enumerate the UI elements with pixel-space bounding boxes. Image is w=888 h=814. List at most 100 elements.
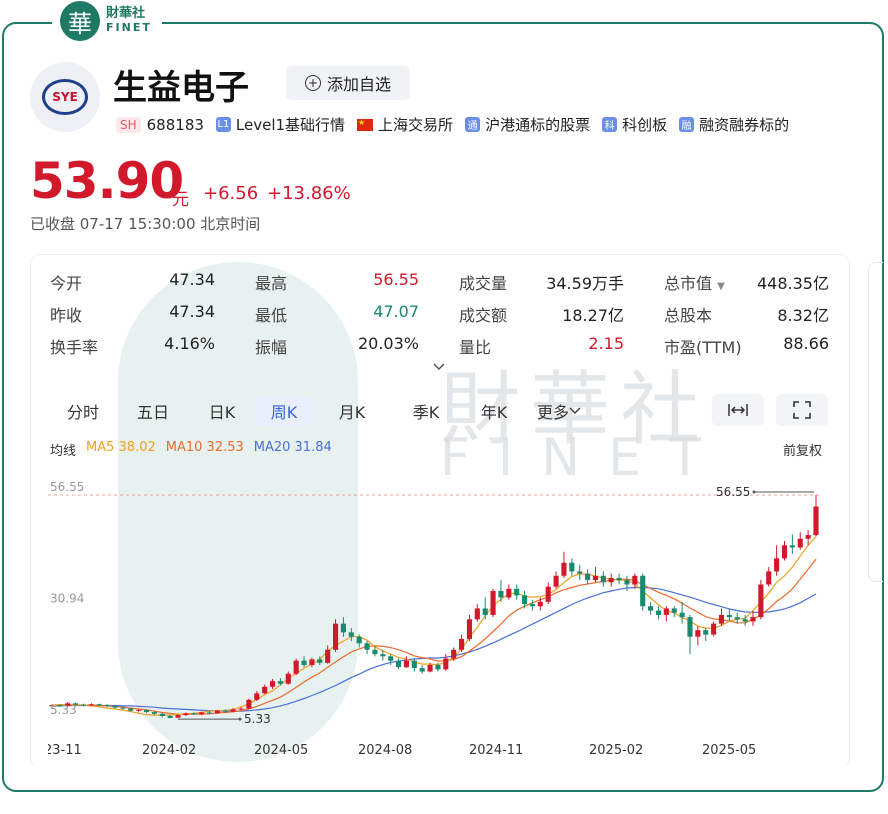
stat-open-value: 47.34 (169, 270, 215, 289)
candle-body (112, 705, 118, 708)
candle-body (372, 649, 378, 655)
candle-body (529, 604, 536, 607)
ma-legend: 均线 MA5 38.02 MA10 32.53 MA20 31.84 (50, 440, 332, 459)
market-status: 已收盘 07-17 15:30:00 北京时间 (30, 215, 261, 233)
candle-body (88, 704, 94, 706)
tag-shhk-connect[interactable]: 通 沪港通标的股票 (465, 114, 590, 135)
candle-body (561, 562, 567, 576)
candle-body (466, 619, 473, 639)
x-tick-label: 2025-02 (589, 743, 643, 758)
stock-code: 688183 (146, 115, 204, 134)
candle-body (687, 617, 693, 637)
fit-width-button[interactable] (712, 394, 764, 426)
candle-body (805, 535, 811, 539)
candle-body (553, 575, 559, 587)
price-change-pct: +13.86% (267, 183, 351, 204)
tab-daily-k[interactable]: 日K (188, 396, 256, 426)
ma-label[interactable]: 均线 (50, 440, 76, 459)
adjust-mode[interactable]: 前复权 (783, 440, 822, 459)
kline-chart[interactable]: 56.55 30.94 5.33 56.55 5.33 23-11 2024-02 2024-… (48, 470, 838, 760)
stock-tags: SH 688183 L1 Level1基础行情 ★ 上海交易所 通 沪港通标的股… (116, 114, 801, 135)
price-change: +6.56 (203, 183, 259, 204)
candle-body (490, 591, 496, 615)
y-tick-label: 5.33 (50, 703, 77, 717)
candle-body (104, 705, 110, 707)
stat-total-shares-value: 8.32亿 (777, 306, 829, 325)
candle-body (388, 656, 394, 661)
candle-body (411, 660, 417, 669)
tab-monthly-k[interactable]: 月K (312, 396, 392, 426)
tab-weekly-k[interactable]: 周K (256, 396, 312, 426)
x-tick-label: 2024-08 (358, 743, 412, 758)
candle-body (128, 708, 134, 711)
candle-body (797, 538, 803, 548)
candle-body (96, 704, 102, 706)
price-unit: 元 (172, 190, 189, 210)
margin-icon: 融 (679, 117, 695, 132)
candle-body (624, 580, 630, 585)
candle-body (285, 673, 291, 684)
candle-body (293, 660, 299, 674)
candle-body (663, 608, 669, 615)
candle-body (395, 660, 402, 668)
candle-body (577, 571, 583, 574)
tab-yearly-k[interactable]: 年K (460, 396, 528, 426)
ma10-line (51, 558, 817, 715)
fullscreen-button[interactable] (776, 394, 828, 426)
tab-five-day[interactable]: 五日 (118, 396, 188, 426)
stat-pe-label: 市盈(TTM) (664, 338, 742, 357)
tag-margin[interactable]: 融 融资融券标的 (679, 114, 789, 135)
max-annotation-label: 56.55 (716, 485, 750, 499)
candle-body (742, 619, 748, 622)
ma5-value: MA5 38.02 (86, 440, 156, 455)
stat-volume-label: 成交量 (459, 274, 508, 293)
candle-body (632, 575, 638, 585)
x-tick-label: 2024-02 (142, 743, 196, 758)
candle-body (774, 558, 780, 572)
stat-turnover-label: 换手率 (50, 338, 99, 357)
candle-body (443, 658, 449, 670)
candle-body (648, 606, 654, 611)
candle-body (159, 713, 165, 716)
add-watchlist-button[interactable]: + 添加自选 (286, 66, 410, 100)
stat-market-cap-label[interactable]: 总市值 ▼ (664, 270, 725, 294)
candle-body (238, 708, 244, 710)
stat-market-cap-value: 448.35亿 (757, 274, 829, 293)
candle-body (671, 608, 677, 613)
tab-intraday[interactable]: 分时 (48, 396, 118, 426)
candle-body (514, 588, 520, 596)
chevron-down-icon[interactable] (432, 360, 446, 376)
stat-prev-close-value: 47.34 (169, 302, 215, 321)
stat-prev-close-label: 昨收 (50, 306, 83, 325)
tab-quarterly-k[interactable]: 季K (392, 396, 460, 426)
stock-logo: SYE (30, 62, 100, 132)
stat-amount-value: 18.27亿 (562, 306, 624, 325)
stat-vol-ratio-label: 量比 (459, 338, 492, 357)
candle-body (789, 545, 795, 548)
candle-body (230, 709, 236, 712)
min-annotation-label: 5.33 (244, 712, 271, 726)
candle-body (143, 709, 150, 713)
candle-body (766, 571, 772, 585)
candle-body (695, 630, 701, 637)
ma20-value: MA20 31.84 (253, 440, 332, 455)
tag-exchange[interactable]: ★ 上海交易所 (357, 114, 453, 135)
market-badge: SH (116, 116, 141, 133)
candle-body (222, 710, 228, 712)
candle-body (726, 614, 732, 618)
candle-body (175, 715, 181, 718)
tag-level1[interactable]: L1 Level1基础行情 (215, 114, 345, 135)
candle-body (301, 660, 307, 666)
level1-icon: L1 (215, 117, 231, 132)
ma5-line (51, 536, 817, 716)
candle-body (569, 562, 575, 572)
stat-high-label: 最高 (255, 274, 288, 293)
tab-more[interactable]: 更多 (528, 396, 590, 426)
candle-body (309, 659, 315, 666)
x-tick-label: 2024-05 (254, 743, 308, 758)
chevron-down-icon (569, 407, 581, 414)
tag-star-market[interactable]: 科 科创板 (602, 114, 667, 135)
star-market-icon: 科 (602, 117, 618, 132)
candle-body (332, 623, 339, 650)
candle-body (459, 638, 465, 650)
